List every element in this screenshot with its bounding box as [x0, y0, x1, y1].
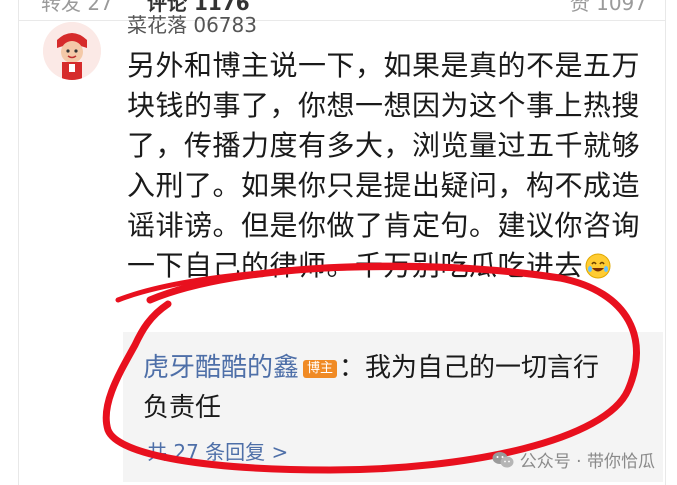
tab-repost[interactable]: 转发 27 [41, 0, 113, 20]
reply-username[interactable]: 虎牙酷酷的鑫 [143, 353, 299, 383]
comment-card: 转发 27 评论 1176 赞 1097 菜花落 06783 另外和博主说一下，… [18, 0, 666, 485]
reply-line: 虎牙酷酷的鑫 博主 ：我为自己的一切言行负责任 [143, 348, 623, 428]
comment-username[interactable]: 菜花落 06783 [127, 14, 257, 36]
wechat-watermark: 公众号 · 带你恰瓜 [492, 447, 655, 472]
avatar[interactable] [43, 22, 101, 80]
lion-avatar-icon [43, 22, 101, 80]
comment-text: 另外和博主说一下，如果是真的不是五万块钱的事了，你想一想因为这个事上热搜了，传播… [127, 46, 657, 286]
wechat-icon [492, 451, 514, 467]
tab-like[interactable]: 赞 1097 [570, 0, 647, 20]
comment-tab-bar: 转发 27 评论 1176 赞 1097 [19, 0, 665, 21]
author-badge: 博主 [303, 360, 338, 378]
comment-text-content: 另外和博主说一下，如果是真的不是五万块钱的事了，你想一想因为这个事上热搜了，传播… [127, 49, 641, 282]
view-replies-link[interactable]: 共 27 条回复 > [147, 436, 288, 465]
watermark-text: 公众号 · 带你恰瓜 [519, 452, 655, 472]
laughing-emoji-icon [585, 253, 611, 279]
